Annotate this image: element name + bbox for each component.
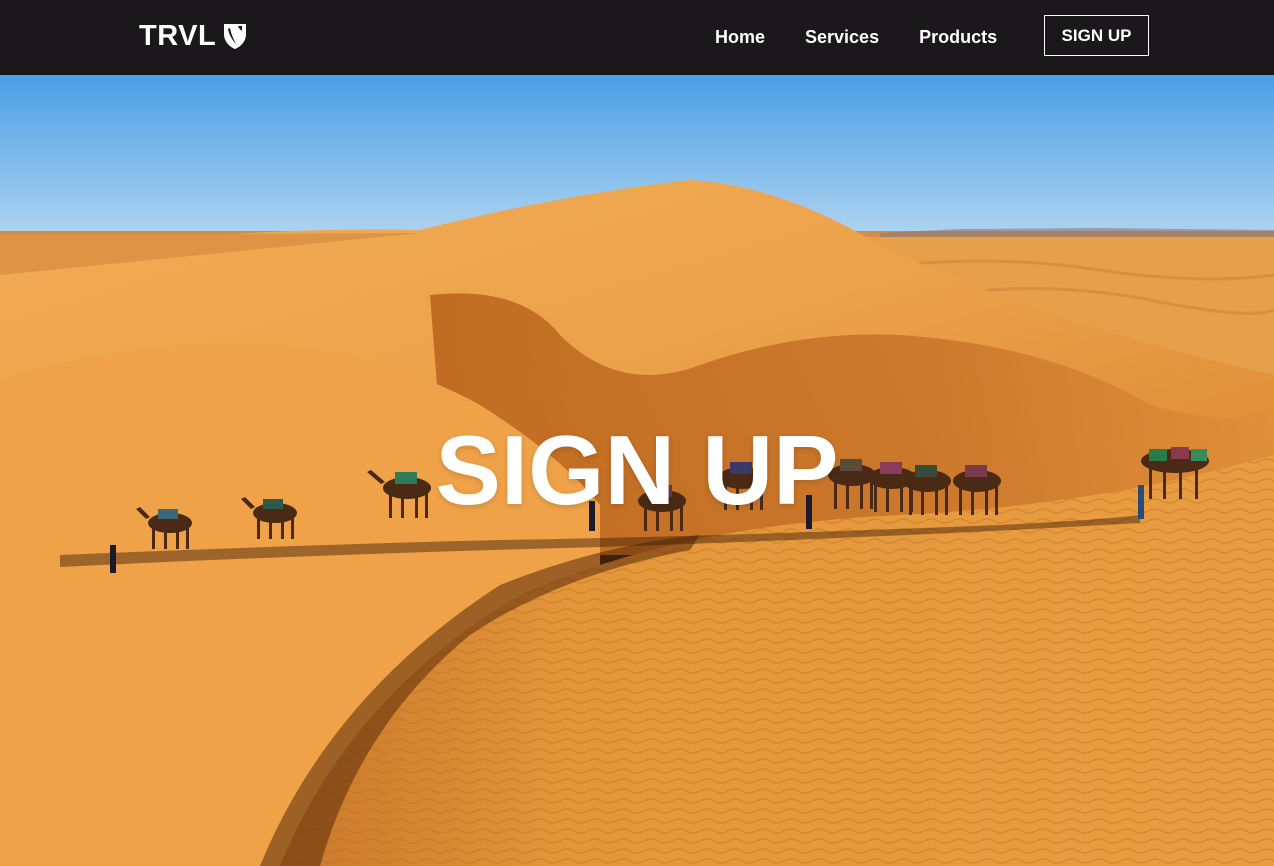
navbar: TRVL Home Services Products SIGN UP <box>0 0 1274 75</box>
nav-link-products[interactable]: Products <box>899 27 1017 48</box>
main-nav: Home Services Products <box>695 0 1017 75</box>
typo3-shield-icon <box>224 24 247 49</box>
nav-link-home[interactable]: Home <box>695 27 785 48</box>
logo-text: TRVL <box>139 19 217 52</box>
hero-title: SIGN UP <box>435 415 839 525</box>
logo-link[interactable]: TRVL <box>139 18 248 54</box>
nav-link-services[interactable]: Services <box>785 27 899 48</box>
hero-section: SIGN UP <box>0 75 1274 866</box>
signup-button[interactable]: SIGN UP <box>1044 15 1149 56</box>
